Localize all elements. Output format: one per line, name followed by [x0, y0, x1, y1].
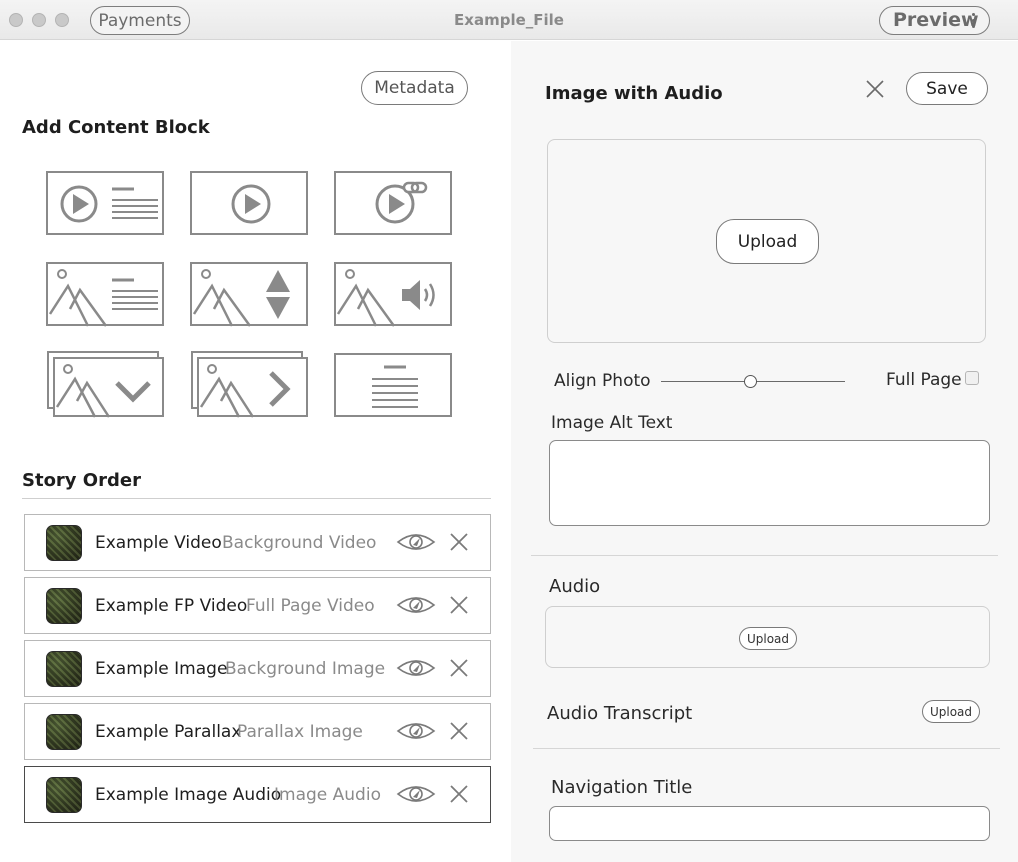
video-text-block-tile[interactable]	[46, 171, 164, 235]
navigation-title-label: Navigation Title	[551, 777, 693, 798]
image-text-icon	[48, 269, 158, 327]
image-carousel-icon	[199, 364, 291, 418]
story-item-title: Example Image	[95, 659, 228, 679]
metadata-button[interactable]: Metadata	[361, 71, 468, 105]
audio-label: Audio	[549, 576, 601, 597]
story-item-title: Example FP Video	[95, 596, 248, 616]
eye-icon[interactable]	[396, 721, 436, 741]
story-item[interactable]: Example Image Background Image	[24, 640, 491, 697]
image-dropdown-block-tile[interactable]	[53, 357, 164, 418]
image-audio-icon	[336, 269, 435, 327]
story-thumbnail	[46, 714, 82, 750]
transcript-upload-button[interactable]: Upload	[922, 700, 980, 723]
more-options-icon[interactable]	[972, 13, 975, 31]
audio-upload-area[interactable]: Upload	[545, 606, 990, 668]
image-upload-area[interactable]: Upload	[547, 139, 986, 343]
story-thumbnail	[46, 651, 82, 687]
image-upload-button[interactable]: Upload	[716, 219, 819, 264]
left-panel: Metadata Add Content Block Story Order E…	[0, 41, 511, 862]
align-photo-label: Align Photo	[554, 371, 651, 391]
eye-icon[interactable]	[396, 658, 436, 678]
upload-label: Upload	[737, 231, 798, 252]
transcript-upload-label: Upload	[929, 704, 973, 719]
section-divider	[533, 748, 1000, 749]
image-audio-block-tile[interactable]	[334, 262, 452, 327]
image-dropdown-icon	[55, 364, 151, 418]
delete-icon[interactable]	[449, 532, 469, 552]
story-item-type: Full Page Video	[246, 596, 375, 616]
image-carousel-block-tile[interactable]	[197, 357, 308, 418]
video-link-icon	[375, 181, 428, 224]
story-item-type: Background Video	[222, 533, 377, 553]
audio-transcript-label: Audio Transcript	[547, 703, 693, 724]
video-play-icon	[231, 184, 271, 224]
alt-text-label: Image Alt Text	[551, 413, 673, 433]
story-item-title: Example Image Audio	[95, 785, 282, 805]
save-button[interactable]: Save	[906, 72, 988, 105]
story-item-type: Parallax Image	[237, 722, 363, 742]
navigation-title-input[interactable]	[549, 806, 990, 841]
metadata-label: Metadata	[374, 78, 455, 98]
window-title: Example_File	[454, 11, 564, 29]
full-page-label: Full Page	[886, 370, 962, 390]
story-item-title: Example Parallax	[95, 722, 242, 742]
text-block-tile[interactable]	[334, 353, 452, 417]
video-link-block-tile[interactable]	[334, 171, 452, 235]
panel-title: Image with Audio	[545, 83, 723, 104]
text-lines-icon	[372, 365, 418, 408]
preview-button[interactable]: Preview	[879, 6, 990, 35]
right-panel: Image with Audio Save Upload Align Photo…	[511, 41, 1018, 862]
story-order-divider	[22, 498, 491, 499]
delete-icon[interactable]	[449, 721, 469, 741]
section-divider	[531, 555, 998, 556]
title-bar: Payments Example_File Preview	[0, 0, 1018, 40]
add-content-block-heading: Add Content Block	[22, 117, 210, 138]
story-order-heading: Story Order	[22, 470, 141, 491]
eye-icon[interactable]	[396, 532, 436, 552]
story-item[interactable]: Example Video Background Video	[24, 514, 491, 571]
delete-icon[interactable]	[449, 595, 469, 615]
story-thumbnail	[46, 525, 82, 561]
image-parallax-block-tile[interactable]	[190, 262, 308, 327]
story-item-title: Example Video	[95, 533, 222, 553]
story-thumbnail	[46, 588, 82, 624]
full-page-checkbox[interactable]	[965, 371, 979, 385]
image-parallax-icon	[192, 269, 290, 327]
audio-upload-button[interactable]: Upload	[739, 627, 797, 650]
image-text-block-tile[interactable]	[46, 262, 164, 327]
delete-icon[interactable]	[449, 658, 469, 678]
story-item-selected[interactable]: Example Image Audio Image Audio	[24, 766, 491, 823]
story-item[interactable]: Example Parallax Parallax Image	[24, 703, 491, 760]
save-label: Save	[926, 78, 968, 99]
eye-icon[interactable]	[396, 595, 436, 615]
preview-label: Preview	[893, 9, 979, 31]
delete-icon[interactable]	[449, 784, 469, 804]
story-thumbnail	[46, 777, 82, 813]
close-icon[interactable]	[865, 79, 885, 99]
story-item-type: Background Image	[225, 659, 386, 679]
align-photo-slider-thumb[interactable]	[744, 375, 758, 388]
story-item[interactable]: Example FP Video Full Page Video	[24, 577, 491, 634]
audio-upload-label: Upload	[746, 631, 790, 646]
eye-icon[interactable]	[396, 784, 436, 804]
alt-text-input[interactable]	[549, 440, 990, 526]
video-text-block-icon	[60, 185, 158, 223]
video-block-tile[interactable]	[190, 171, 308, 235]
story-item-type: Image Audio	[274, 785, 381, 805]
